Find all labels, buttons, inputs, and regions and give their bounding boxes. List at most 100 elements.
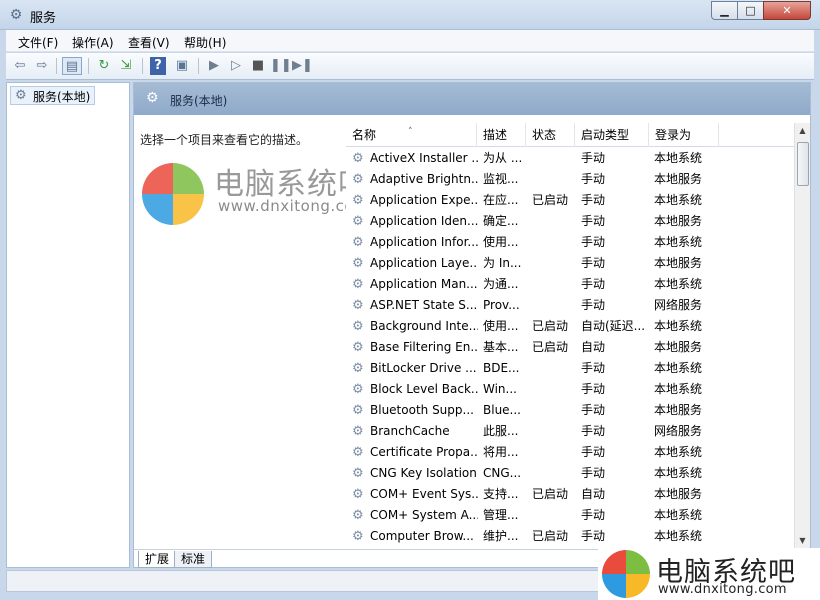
- service-name: Background Inte...: [370, 319, 478, 333]
- menu-file[interactable]: 文件(F): [18, 34, 58, 51]
- service-startup-type: 手动: [581, 508, 606, 522]
- menu-view[interactable]: 查看(V): [128, 34, 170, 51]
- service-startup-type: 手动: [581, 361, 606, 375]
- service-row[interactable]: ⚙ Application Iden... 确定... 手动 本地服务: [346, 211, 794, 232]
- service-startup-type: 手动: [581, 193, 606, 207]
- service-name: ASP.NET State S...: [370, 298, 478, 312]
- service-rows: ⚙ ActiveX Installer ... 为从 ... 手动 本地系统 ⚙ Adapt…: [346, 148, 794, 547]
- service-row[interactable]: ⚙ Application Expe... 在应... 已启动 手动 本地系统: [346, 190, 794, 211]
- column-startup-type[interactable]: 启动类型: [575, 123, 649, 147]
- service-description: 使用...: [483, 319, 519, 333]
- export-list-icon[interactable]: ⇲: [116, 57, 136, 75]
- service-name: Application Expe...: [370, 193, 478, 207]
- stop-service-icon[interactable]: ■: [248, 57, 268, 75]
- properties-icon[interactable]: ▣: [172, 57, 192, 75]
- service-row[interactable]: ⚙ Application Infor... 使用... 手动 本地系统: [346, 232, 794, 253]
- service-description: 维护...: [483, 529, 519, 543]
- forward-arrow-icon[interactable]: ⇨: [32, 57, 52, 75]
- menu-action[interactable]: 操作(A): [72, 34, 114, 51]
- tab-standard[interactable]: 标准: [174, 551, 213, 568]
- menu-help[interactable]: 帮助(H): [184, 34, 226, 51]
- service-description: CNG...: [483, 466, 522, 480]
- service-logon-as: 网络服务: [654, 298, 703, 312]
- service-gear-icon: ⚙: [352, 172, 364, 187]
- service-name: COM+ System A...: [370, 508, 478, 522]
- service-description: 支持...: [483, 487, 519, 501]
- service-name: Application Laye...: [370, 256, 478, 270]
- service-row[interactable]: ⚙ Base Filtering En... 基本... 已启动 自动 本地服务: [346, 337, 794, 358]
- restart-service-icon[interactable]: ▶❚: [292, 57, 313, 75]
- watermark-logo: [602, 550, 650, 598]
- service-gear-icon: ⚙: [352, 382, 364, 397]
- tab-extended[interactable]: 扩展: [138, 551, 177, 568]
- service-name: Base Filtering En...: [370, 340, 478, 354]
- help-icon[interactable]: ?: [150, 57, 166, 75]
- service-row[interactable]: ⚙ BranchCache 此服... 手动 网络服务: [346, 421, 794, 442]
- service-row[interactable]: ⚙ COM+ System A... 管理... 手动 本地系统: [346, 505, 794, 526]
- service-startup-type: 手动: [581, 151, 606, 165]
- service-gear-icon: ⚙: [352, 361, 364, 376]
- column-name[interactable]: 名称 ˄: [346, 123, 477, 147]
- service-row[interactable]: ⚙ Computer Brow... 维护... 已启动 手动 本地系统: [346, 526, 794, 547]
- maximize-button[interactable]: □: [737, 1, 764, 20]
- back-arrow-icon[interactable]: ⇦: [10, 57, 30, 75]
- service-status: 已启动: [532, 340, 569, 354]
- service-description: Blue...: [483, 403, 521, 417]
- tree-node-services-local[interactable]: ⚙ 服务(本地): [10, 86, 96, 105]
- service-row[interactable]: ⚙ ActiveX Installer ... 为从 ... 手动 本地系统: [346, 148, 794, 169]
- service-description: BDE...: [483, 361, 520, 375]
- service-description: 监视...: [483, 172, 519, 186]
- service-row[interactable]: ⚙ CNG Key Isolation CNG... 手动 本地系统: [346, 463, 794, 484]
- close-button[interactable]: ✕: [763, 1, 811, 20]
- service-name: Adaptive Brightn...: [370, 172, 478, 186]
- column-name-label: 名称: [352, 128, 377, 142]
- service-row[interactable]: ⚙ Adaptive Brightn... 监视... 手动 本地服务: [346, 169, 794, 190]
- scroll-up-icon[interactable]: ▲: [795, 123, 810, 139]
- service-row[interactable]: ⚙ Application Laye... 为 In... 手动 本地服务: [346, 253, 794, 274]
- column-status[interactable]: 状态: [526, 123, 575, 147]
- service-row[interactable]: ⚙ Certificate Propa... 将用... 手动 本地系统: [346, 442, 794, 463]
- service-logon-as: 本地服务: [654, 340, 703, 354]
- service-gear-icon: ⚙: [352, 235, 364, 250]
- service-gear-icon: ⚙: [352, 151, 364, 166]
- service-row[interactable]: ⚙ COM+ Event Sys... 支持... 已启动 自动 本地服务: [346, 484, 794, 505]
- pause-service-icon[interactable]: ❚❚: [270, 57, 292, 75]
- refresh-icon[interactable]: ↻: [94, 57, 114, 75]
- service-name: BranchCache: [370, 424, 450, 438]
- service-row[interactable]: ⚙ Application Man... 为通... 手动 本地系统: [346, 274, 794, 295]
- service-startup-type: 手动: [581, 214, 606, 228]
- service-gear-icon: ⚙: [352, 445, 364, 460]
- service-description: 此服...: [483, 424, 519, 438]
- service-startup-type: 自动(延迟...: [581, 319, 646, 333]
- service-row[interactable]: ⚙ ASP.NET State S... Prov... 手动 网络服务: [346, 295, 794, 316]
- service-startup-type: 手动: [581, 298, 606, 312]
- scroll-down-icon[interactable]: ▼: [795, 533, 810, 549]
- service-row[interactable]: ⚙ Bluetooth Supp... Blue... 手动 本地服务: [346, 400, 794, 421]
- title-bar: ⚙ 服务 ▁ □ ✕: [0, 0, 820, 30]
- service-name: Certificate Propa...: [370, 445, 478, 459]
- scroll-thumb[interactable]: [797, 142, 809, 186]
- service-gear-icon: ⚙: [352, 403, 364, 418]
- start-service-icon[interactable]: ▶: [204, 57, 224, 75]
- service-startup-type: 手动: [581, 256, 606, 270]
- service-logon-as: 本地系统: [654, 529, 703, 543]
- service-row[interactable]: ⚙ Block Level Back... Win... 手动 本地系统: [346, 379, 794, 400]
- service-row[interactable]: ⚙ Background Inte... 使用... 已启动 自动(延迟... 本地系统: [346, 316, 794, 337]
- column-description[interactable]: 描述: [477, 123, 526, 147]
- minimize-button[interactable]: ▁: [711, 1, 738, 20]
- watermark-url: www.dnxitong.com: [658, 582, 787, 597]
- vertical-scrollbar[interactable]: ▲ ▼: [794, 123, 810, 549]
- description-area: 选择一个项目来查看它的描述。 电脑系统吧 www.dnxitong.com: [134, 115, 369, 549]
- console-tree-icon[interactable]: ▤: [62, 57, 82, 75]
- start-service-alt-icon[interactable]: ▷: [226, 57, 246, 75]
- description-prompt: 选择一个项目来查看它的描述。: [140, 133, 309, 147]
- service-logon-as: 本地系统: [654, 508, 703, 522]
- service-row[interactable]: ⚙ BitLocker Drive ... BDE... 手动 本地系统: [346, 358, 794, 379]
- service-status: 已启动: [532, 319, 569, 333]
- service-logon-as: 本地服务: [654, 487, 703, 501]
- service-startup-type: 手动: [581, 466, 606, 480]
- service-logon-as: 本地服务: [654, 403, 703, 417]
- service-name: Application Man...: [370, 277, 478, 291]
- service-logon-as: 本地系统: [654, 193, 703, 207]
- column-logon-as[interactable]: 登录为: [649, 123, 719, 147]
